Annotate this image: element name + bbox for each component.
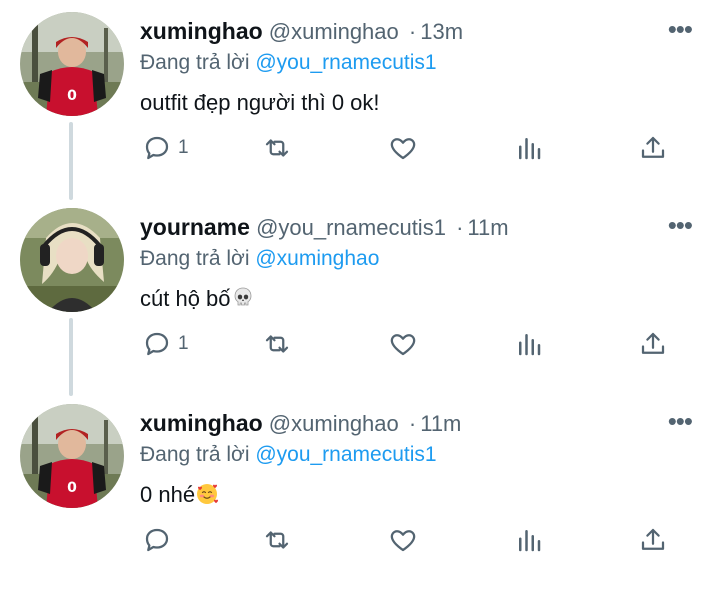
heart-icon — [390, 530, 416, 552]
reply-button[interactable]: 1 — [142, 128, 189, 168]
replying-to: Đang trả lời @xuminghao — [140, 244, 379, 274]
tweet-actions: 1 — [140, 128, 680, 168]
analytics-icon — [519, 138, 541, 160]
analytics-button[interactable] — [514, 128, 544, 168]
replying-to-label: Đang trả lời — [140, 247, 250, 270]
mention-link[interactable]: @xuminghao — [255, 247, 379, 270]
tweet-actions — [140, 520, 680, 560]
like-button[interactable] — [388, 128, 418, 168]
handle[interactable]: @xuminghao — [269, 19, 399, 44]
analytics-button[interactable] — [514, 520, 544, 560]
avatar[interactable]: 0 — [20, 12, 124, 116]
svg-text:0: 0 — [67, 480, 77, 496]
retweet-button[interactable] — [262, 520, 292, 560]
retweet-icon — [265, 139, 289, 157]
tweet-text: cút hộ bố — [140, 286, 231, 311]
share-button[interactable] — [638, 128, 668, 168]
reply-button[interactable] — [142, 520, 178, 560]
tweet-text: outfit đẹp người thì 0 ok! — [140, 90, 380, 115]
reply-icon — [145, 332, 169, 356]
tweet-header: yourname @you_rnamecutis1 · 11m — [140, 212, 509, 243]
share-icon — [641, 136, 665, 158]
tweet-text-container: 0 nhé — [140, 480, 219, 510]
timestamp[interactable]: 13m — [420, 19, 463, 44]
timestamp[interactable]: 11m — [467, 215, 508, 240]
replying-to-label: Đang trả lời — [140, 51, 250, 74]
tweet-actions: 1 — [140, 324, 680, 364]
handle[interactable]: @xuminghao — [269, 411, 399, 436]
display-name[interactable]: xuminghao — [140, 410, 263, 436]
more-options-icon[interactable]: ••• — [668, 406, 693, 436]
separator: · — [408, 19, 417, 44]
like-button[interactable] — [388, 324, 418, 364]
analytics-icon — [519, 530, 541, 552]
reply-count: 1 — [178, 137, 189, 158]
display-name[interactable]: xuminghao — [140, 18, 263, 44]
replying-to-label: Đang trả lời — [140, 443, 250, 466]
share-icon — [641, 528, 665, 550]
timestamp[interactable]: 11m — [420, 411, 461, 436]
reply-icon — [145, 528, 169, 552]
reply-count: 1 — [178, 333, 189, 354]
blonde-headphones-avatar-image — [20, 208, 124, 312]
share-icon — [641, 332, 665, 354]
reply-button[interactable]: 1 — [142, 324, 189, 364]
handle[interactable]: @you_rnamecutis1 — [256, 215, 446, 240]
replying-to: Đang trả lời @you_rnamecutis1 — [140, 48, 437, 78]
tweet[interactable]: 0 xuminghao @xuminghao · 11m ••• Đang trả… — [0, 392, 720, 588]
mention-link[interactable]: @you_rnamecutis1 — [255, 51, 436, 74]
tweet[interactable]: yourname @you_rnamecutis1 · 11m ••• Đang … — [0, 196, 720, 392]
retweet-button[interactable] — [262, 128, 292, 168]
retweet-icon — [265, 531, 289, 549]
tweet-header: xuminghao @xuminghao · 13m — [140, 16, 463, 47]
smiling-face-with-hearts-emoji-icon — [197, 484, 219, 504]
separator: · — [456, 215, 464, 240]
like-button[interactable] — [388, 520, 418, 560]
tweet-text: 0 nhé — [140, 482, 196, 507]
mention-link[interactable]: @you_rnamecutis1 — [255, 443, 436, 466]
more-options-icon[interactable]: ••• — [668, 210, 693, 240]
share-button[interactable] — [638, 324, 668, 364]
analytics-button[interactable] — [514, 324, 544, 364]
avatar[interactable]: 0 — [20, 404, 124, 508]
more-options-icon[interactable]: ••• — [668, 14, 693, 44]
red-jersey-avatar-image: 0 — [20, 404, 124, 508]
heart-icon — [390, 138, 416, 160]
red-jersey-avatar-image: 0 — [20, 12, 124, 116]
heart-icon — [390, 334, 416, 356]
avatar[interactable] — [20, 208, 124, 312]
tweet[interactable]: 0 xuminghao @xuminghao · 13m ••• Đang trả… — [0, 0, 720, 196]
tweet-header: xuminghao @xuminghao · 11m — [140, 408, 461, 439]
tweet-text-container: cút hộ bố — [140, 284, 255, 314]
display-name[interactable]: yourname — [140, 214, 250, 240]
retweet-icon — [265, 335, 289, 353]
share-button[interactable] — [638, 520, 668, 560]
replying-to: Đang trả lời @you_rnamecutis1 — [140, 440, 437, 470]
retweet-button[interactable] — [262, 324, 292, 364]
analytics-icon — [519, 334, 541, 356]
reply-icon — [145, 136, 169, 160]
svg-text:0: 0 — [67, 88, 77, 104]
skull-emoji-icon — [234, 287, 251, 306]
separator: · — [408, 411, 417, 436]
